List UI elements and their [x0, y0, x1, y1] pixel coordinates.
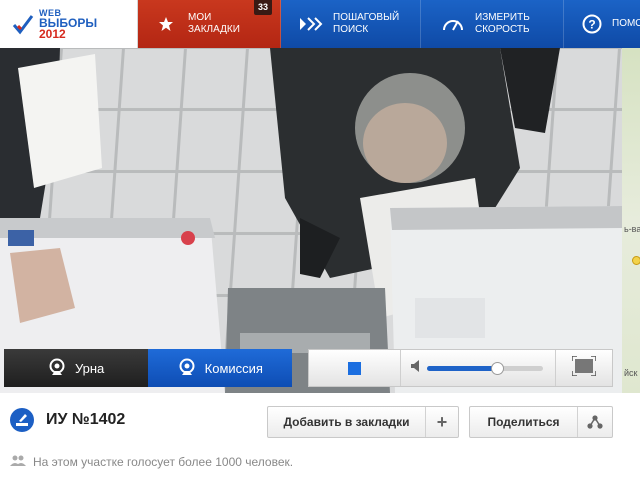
logo-text: WEB ВЫБОРЫ 2012	[39, 8, 97, 40]
map-label-2: йск	[624, 368, 638, 378]
plus-icon: +	[436, 411, 448, 432]
camera-urna-label: Урна	[74, 360, 105, 376]
share-label: Поделиться	[470, 407, 578, 437]
map-panel-edge[interactable]: ь-ва йск	[622, 48, 640, 393]
fullscreen-button[interactable]	[556, 350, 612, 386]
nav-search-label: ПОШАГОВЫЙ ПОИСК	[333, 12, 399, 36]
nav-help-label: ПОМОЩ	[612, 18, 640, 29]
stop-button[interactable]	[309, 350, 401, 386]
share-button[interactable]: Поделиться	[469, 406, 613, 438]
add-bookmark-label: Добавить в закладки	[268, 407, 426, 437]
question-icon: ?	[582, 12, 602, 36]
station-title: ИУ №1402	[46, 411, 126, 428]
station-header: ИУ №1402	[10, 408, 125, 432]
camera-commission-button[interactable]: Комиссия	[148, 349, 293, 387]
camera-urna-button[interactable]: Урна	[4, 349, 149, 387]
nav-bookmarks-label: МОИ ЗАКЛАДКИ	[188, 12, 240, 36]
nav-bookmarks-line2: ЗАКЛАДКИ	[188, 24, 240, 35]
volume-slider-knob[interactable]	[490, 361, 504, 375]
step-arrows-icon	[299, 12, 323, 36]
logo-line-year: 2012	[39, 27, 66, 41]
nav-speed-label: ИЗМЕРИТЬ СКОРОСТЬ	[475, 12, 530, 36]
volume-control	[401, 350, 556, 386]
camera-frame	[0, 48, 622, 393]
logo[interactable]: WEB ВЫБОРЫ 2012	[0, 0, 138, 48]
people-icon	[10, 455, 26, 469]
fullscreen-icon	[571, 354, 597, 381]
nav-search-line1: ПОШАГОВЫЙ	[333, 12, 400, 23]
controls-spacer	[292, 349, 308, 387]
share-icon	[578, 407, 612, 437]
logo-checkmark-icon	[12, 13, 34, 35]
nav-speed-line1: ИЗМЕРИТЬ	[475, 12, 530, 23]
voters-note: На этом участке голосует более 1000 чело…	[33, 455, 294, 469]
video-player-feed[interactable]	[0, 48, 622, 393]
volume-level-fill	[427, 365, 497, 371]
speaker-icon	[411, 359, 421, 377]
ballot-icon	[10, 408, 34, 432]
voters-info: На этом участке голосует более 1000 чело…	[10, 455, 293, 469]
bookmarks-count-badge: 33	[253, 0, 272, 15]
webcam-icon	[178, 358, 196, 379]
webcam-icon	[48, 358, 66, 379]
star-icon	[154, 12, 178, 36]
player-controls: Урна Комиссия	[4, 349, 613, 387]
nav-speed-line2: СКОРОСТЬ	[475, 24, 530, 35]
nav-my-bookmarks[interactable]: МОИ ЗАКЛАДКИ 33	[138, 0, 281, 48]
map-marker-icon[interactable]	[632, 256, 640, 265]
nav-measure-speed[interactable]: ИЗМЕРИТЬ СКОРОСТЬ	[421, 0, 564, 48]
nav-step-search[interactable]: ПОШАГОВЫЙ ПОИСК	[281, 0, 421, 48]
volume-slider[interactable]	[427, 361, 543, 375]
stop-icon	[348, 361, 361, 375]
map-label-1: ь-ва	[624, 224, 640, 234]
nav-search-line2: ПОИСК	[333, 24, 369, 35]
svg-text:?: ?	[588, 18, 595, 32]
add-bookmark-button[interactable]: Добавить в закладки +	[267, 406, 459, 438]
speedometer-icon	[441, 12, 465, 36]
playback-bar	[308, 349, 613, 387]
nav-help[interactable]: ? ПОМОЩ	[564, 0, 640, 48]
top-navigation: WEB ВЫБОРЫ 2012 МОИ ЗАКЛАДКИ 33 ПОШАГОВЫ…	[0, 0, 640, 48]
nav-bookmarks-line1: МОИ	[188, 12, 212, 23]
camera-commission-label: Комиссия	[204, 360, 263, 376]
